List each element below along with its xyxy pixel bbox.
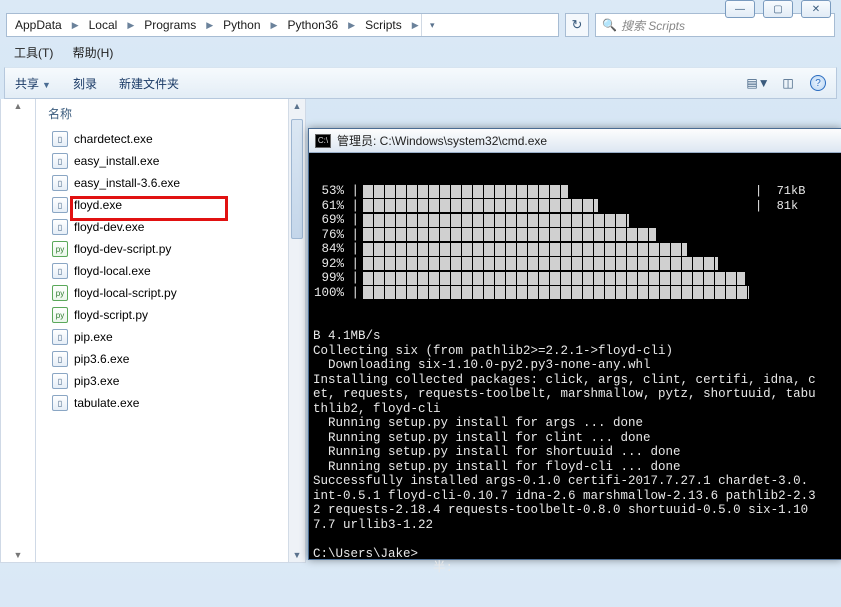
file-name: easy_install.exe <box>74 154 159 168</box>
breadcrumb-segment[interactable]: Python <box>215 14 268 36</box>
breadcrumb-separator-icon: ▶ <box>204 20 215 31</box>
breadcrumb-separator-icon: ▶ <box>410 20 421 31</box>
exe-file-icon: ▯ <box>52 153 68 169</box>
exe-file-icon: ▯ <box>52 263 68 279</box>
breadcrumb-segment[interactable]: Scripts <box>357 14 410 36</box>
file-row[interactable]: py floyd-local-script.py <box>48 282 305 304</box>
file-row[interactable]: ▯ floyd.exe <box>48 194 305 216</box>
file-row[interactable]: ▯ chardetect.exe <box>48 128 305 150</box>
file-row[interactable]: ▯ easy_install-3.6.exe <box>48 172 305 194</box>
search-icon: 🔍 <box>602 18 617 32</box>
python-file-icon: py <box>52 285 68 301</box>
breadcrumb-segment[interactable]: Local <box>81 14 126 36</box>
file-name: floyd.exe <box>74 198 122 212</box>
file-row[interactable]: py floyd-script.py <box>48 304 305 326</box>
menu-bar: 工具(T) 帮助(H) <box>0 40 841 65</box>
progress-line: 53% || 71kB <box>313 184 837 199</box>
exe-file-icon: ▯ <box>52 351 68 367</box>
exe-file-icon: ▯ <box>52 219 68 235</box>
file-name: floyd-local-script.py <box>74 286 177 300</box>
nav-tree-collapsed[interactable]: ▲ ▼ <box>0 99 36 563</box>
breadcrumb-separator-icon: ▶ <box>70 20 81 31</box>
breadcrumb-separator-icon: ▶ <box>125 20 136 31</box>
burn-button[interactable]: 刻录 <box>73 75 97 92</box>
history-dropdown[interactable]: ▾ <box>421 14 443 36</box>
file-name: tabulate.exe <box>74 396 139 410</box>
file-name: floyd-script.py <box>74 308 148 322</box>
exe-file-icon: ▯ <box>52 373 68 389</box>
file-row[interactable]: ▯ easy_install.exe <box>48 150 305 172</box>
progress-line: 61% || 81k <box>313 199 837 214</box>
file-name: pip3.6.exe <box>74 352 129 366</box>
file-row[interactable]: ▯ pip.exe <box>48 326 305 348</box>
file-row[interactable]: ▯ tabulate.exe <box>48 392 305 414</box>
exe-file-icon: ▯ <box>52 175 68 191</box>
file-name: easy_install-3.6.exe <box>74 176 180 190</box>
exe-file-icon: ▯ <box>52 395 68 411</box>
python-file-icon: py <box>52 241 68 257</box>
progress-line: 76% | <box>313 228 837 243</box>
breadcrumb-segment[interactable]: AppData <box>7 14 70 36</box>
cmd-title-text: 管理员: C:\Windows\system32\cmd.exe <box>337 132 547 149</box>
nav-scroll-down[interactable]: ▼ <box>1 550 35 560</box>
progress-line: 92% | <box>313 257 837 272</box>
command-bar: 共享▼ 刻录 新建文件夹 ▤▼ ◫ ? <box>4 67 837 99</box>
new-folder-button[interactable]: 新建文件夹 <box>119 75 179 92</box>
cmd-titlebar[interactable]: C:\ 管理员: C:\Windows\system32\cmd.exe <box>309 129 841 153</box>
file-name: pip3.exe <box>74 374 119 388</box>
share-button[interactable]: 共享▼ <box>15 75 51 92</box>
breadcrumb-segment[interactable]: Python36 <box>279 14 346 36</box>
file-row[interactable]: ▯ floyd-dev.exe <box>48 216 305 238</box>
preview-pane-icon[interactable]: ◫ <box>780 75 796 91</box>
menu-tools[interactable]: 工具(T) <box>14 46 53 60</box>
breadcrumb[interactable]: AppData▶Local▶Programs▶Python▶Python36▶S… <box>6 13 559 37</box>
file-name: floyd-local.exe <box>74 264 151 278</box>
progress-line: 99% | <box>313 271 837 286</box>
file-list-pane: 名称 ▯ chardetect.exe ▯ easy_install.exe ▯ easy… <box>36 99 306 563</box>
nav-scroll-up[interactable]: ▲ <box>1 101 35 111</box>
progress-line: 69% | <box>313 213 837 228</box>
file-row[interactable]: ▯ pip3.exe <box>48 370 305 392</box>
breadcrumb-segment[interactable]: Programs <box>136 14 204 36</box>
cmd-output[interactable]: 53% || 71kB61% || 81k69% |76% |84% |92% … <box>309 153 841 607</box>
scroll-thumb[interactable] <box>291 119 303 239</box>
breadcrumb-separator-icon: ▶ <box>346 20 357 31</box>
cmd-icon: C:\ <box>315 134 331 148</box>
file-row[interactable]: ▯ floyd-local.exe <box>48 260 305 282</box>
address-bar: AppData▶Local▶Programs▶Python▶Python36▶S… <box>0 10 841 40</box>
file-name: pip.exe <box>74 330 113 344</box>
menu-help[interactable]: 帮助(H) <box>73 46 114 60</box>
window-titlebar: — ▢ ✕ <box>0 0 841 10</box>
file-row[interactable]: py floyd-dev-script.py <box>48 238 305 260</box>
cmd-window: C:\ 管理员: C:\Windows\system32\cmd.exe 53%… <box>308 128 841 560</box>
scroll-down-arrow[interactable]: ▼ <box>289 550 305 560</box>
view-options-icon[interactable]: ▤▼ <box>750 75 766 91</box>
search-placeholder: 搜索 Scripts <box>621 17 685 34</box>
file-name: floyd-dev-script.py <box>74 242 171 256</box>
refresh-button[interactable]: ↻ <box>565 13 589 37</box>
exe-file-icon: ▯ <box>52 329 68 345</box>
file-name: chardetect.exe <box>74 132 153 146</box>
progress-line: 100% | <box>313 286 837 301</box>
file-row[interactable]: ▯ pip3.6.exe <box>48 348 305 370</box>
minimize-button[interactable]: — <box>725 0 755 18</box>
exe-file-icon: ▯ <box>52 197 68 213</box>
file-name: floyd-dev.exe <box>74 220 144 234</box>
column-header-name[interactable]: 名称 <box>48 105 305 128</box>
breadcrumb-separator-icon: ▶ <box>269 20 280 31</box>
vertical-scrollbar[interactable]: ▲ ▼ <box>288 99 305 562</box>
scroll-up-arrow[interactable]: ▲ <box>289 101 305 111</box>
progress-line: 84% | <box>313 242 837 257</box>
close-button[interactable]: ✕ <box>801 0 831 18</box>
maximize-button[interactable]: ▢ <box>763 0 793 18</box>
help-icon[interactable]: ? <box>810 75 826 91</box>
exe-file-icon: ▯ <box>52 131 68 147</box>
chevron-down-icon: ▼ <box>42 80 51 90</box>
python-file-icon: py <box>52 307 68 323</box>
